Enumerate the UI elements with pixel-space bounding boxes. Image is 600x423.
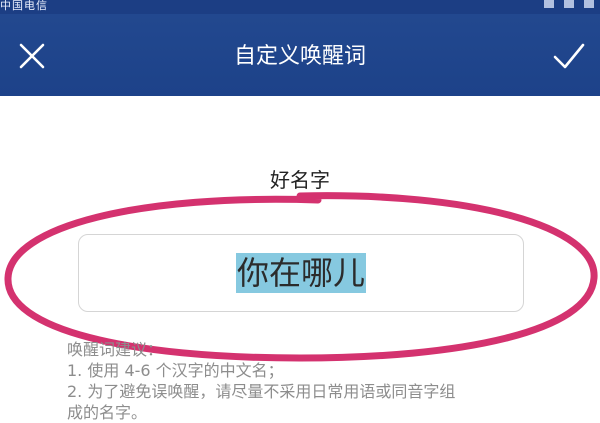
tip-item: 2. 为了避免误唤醒，请尽量不采用日常用语或同音字组 — [67, 382, 456, 401]
battery-icon — [584, 0, 594, 8]
wake-word-tips: 唤醒词建议： 1. 使用 4-6 个汉字的中文名； 2. 为了避免误唤醒，请尽量… — [67, 339, 597, 423]
checkmark-icon — [553, 43, 585, 69]
field-label: 好名字 — [270, 168, 330, 192]
confirm-button[interactable] — [552, 40, 586, 72]
tip-item: 1. 使用 4-6 个汉字的中文名； — [67, 361, 284, 380]
page-title: 自定义唤醒词 — [233, 44, 366, 69]
wake-word-value[interactable]: 你在哪儿 — [235, 253, 366, 293]
title-bar: 自定义唤醒词 — [0, 14, 600, 96]
signal-icon — [544, 0, 554, 8]
carrier-label: 中国电信 — [0, 0, 48, 12]
status-icons — [544, 0, 594, 8]
wake-word-input[interactable]: 你在哪儿 — [78, 234, 524, 312]
tip-item: 成的名字。 — [67, 403, 148, 422]
status-bar: 中国电信 — [0, 0, 600, 14]
wifi-icon — [564, 0, 574, 8]
tips-heading: 唤醒词建议： — [67, 340, 164, 359]
